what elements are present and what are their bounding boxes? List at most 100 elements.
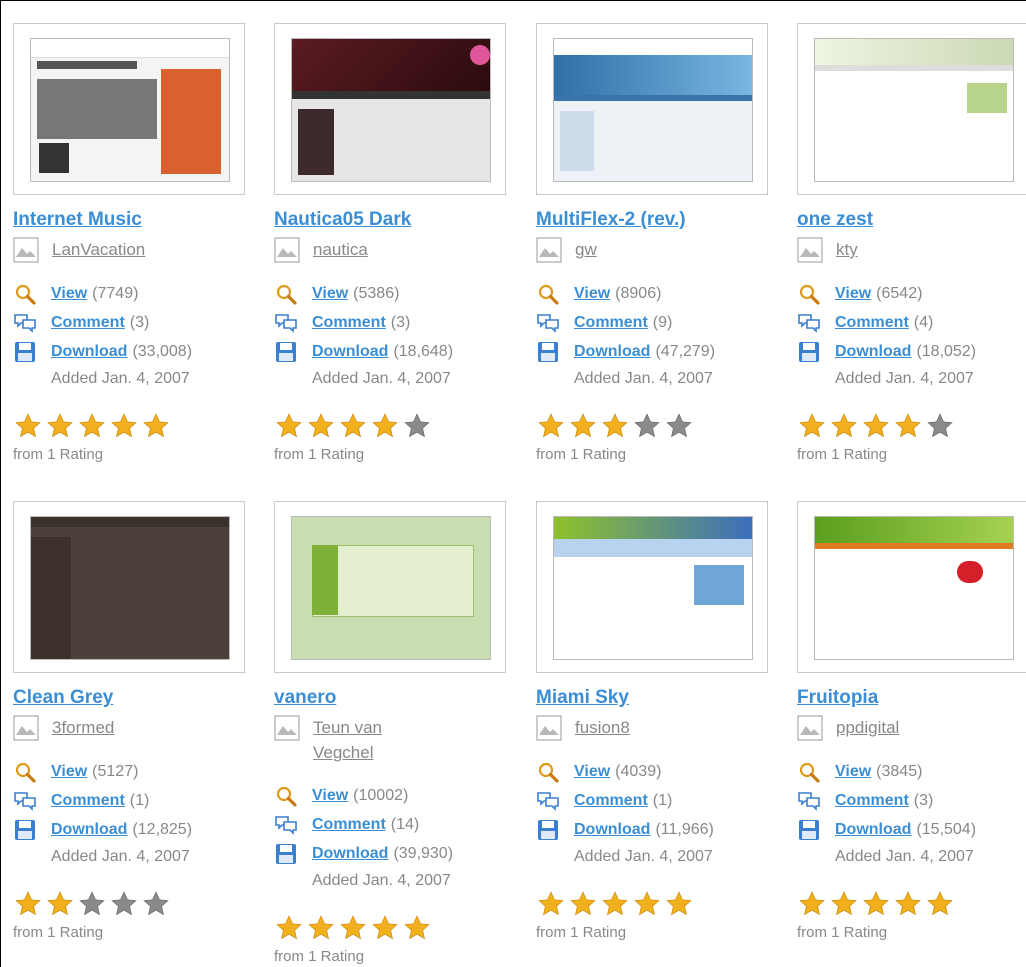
star-icon-filled[interactable] [536, 412, 566, 440]
download-link[interactable]: Download [51, 821, 127, 839]
star-icon-filled[interactable] [861, 890, 891, 918]
star-icon-filled[interactable] [306, 914, 336, 942]
comment-link[interactable]: Comment [51, 314, 125, 332]
star-icon-filled[interactable] [13, 890, 43, 918]
star-icon-filled[interactable] [370, 412, 400, 440]
comment-link[interactable]: Comment [835, 314, 909, 332]
star-icon-filled[interactable] [370, 914, 400, 942]
star-icon-filled[interactable] [797, 412, 827, 440]
star-icon-filled[interactable] [13, 412, 43, 440]
view-link[interactable]: View [835, 763, 871, 781]
star-icon-filled[interactable] [568, 412, 598, 440]
view-link[interactable]: View [835, 285, 871, 303]
template-title-link[interactable]: Nautica05 Dark [274, 209, 526, 231]
download-link[interactable]: Download [312, 845, 388, 863]
author-avatar-icon[interactable] [274, 237, 300, 263]
download-link[interactable]: Download [312, 343, 388, 361]
star-rating[interactable] [536, 412, 788, 440]
star-icon-filled[interactable] [797, 890, 827, 918]
comment-link[interactable]: Comment [312, 314, 386, 332]
author-link[interactable]: LanVacation [52, 237, 152, 262]
star-icon-filled[interactable] [893, 412, 923, 440]
download-link[interactable]: Download [574, 821, 650, 839]
author-avatar-icon[interactable] [797, 715, 823, 741]
template-thumbnail[interactable] [536, 501, 768, 673]
author-link[interactable]: kty [836, 237, 936, 262]
download-link[interactable]: Download [835, 821, 911, 839]
star-icon-empty[interactable] [141, 890, 171, 918]
star-icon-empty[interactable] [632, 412, 662, 440]
template-thumbnail[interactable] [13, 501, 245, 673]
star-icon-filled[interactable] [274, 412, 304, 440]
star-rating[interactable] [797, 890, 1026, 918]
template-title-link[interactable]: MultiFlex-2 (rev.) [536, 209, 788, 231]
comment-link[interactable]: Comment [51, 792, 125, 810]
star-icon-filled[interactable] [600, 890, 630, 918]
star-icon-filled[interactable] [338, 412, 368, 440]
star-rating[interactable] [797, 412, 1026, 440]
author-link[interactable]: nautica [313, 237, 413, 262]
author-avatar-icon[interactable] [274, 715, 300, 741]
star-icon-filled[interactable] [274, 914, 304, 942]
star-icon-filled[interactable] [141, 412, 171, 440]
star-icon-filled[interactable] [861, 412, 891, 440]
author-avatar-icon[interactable] [13, 237, 39, 263]
template-thumbnail[interactable] [536, 23, 768, 195]
author-avatar-icon[interactable] [797, 237, 823, 263]
download-link[interactable]: Download [574, 343, 650, 361]
star-icon-filled[interactable] [632, 890, 662, 918]
star-icon-filled[interactable] [536, 890, 566, 918]
author-link[interactable]: Teun van Vegchel [313, 715, 413, 765]
template-title-link[interactable]: Miami Sky [536, 687, 788, 709]
star-icon-filled[interactable] [109, 412, 139, 440]
star-rating[interactable] [536, 890, 788, 918]
view-link[interactable]: View [312, 285, 348, 303]
author-avatar-icon[interactable] [536, 237, 562, 263]
template-title-link[interactable]: Clean Grey [13, 687, 265, 709]
view-link[interactable]: View [51, 763, 87, 781]
author-link[interactable]: fusion8 [575, 715, 675, 740]
star-icon-filled[interactable] [925, 890, 955, 918]
star-icon-filled[interactable] [568, 890, 598, 918]
template-thumbnail[interactable] [797, 23, 1026, 195]
download-link[interactable]: Download [835, 343, 911, 361]
comment-link[interactable]: Comment [574, 314, 648, 332]
template-title-link[interactable]: Internet Music [13, 209, 265, 231]
star-rating[interactable] [274, 914, 526, 942]
star-icon-filled[interactable] [338, 914, 368, 942]
star-icon-filled[interactable] [77, 412, 107, 440]
author-link[interactable]: gw [575, 237, 675, 262]
view-link[interactable]: View [574, 763, 610, 781]
template-thumbnail[interactable] [13, 23, 245, 195]
author-link[interactable]: 3formed [52, 715, 152, 740]
template-title-link[interactable]: one zest [797, 209, 1026, 231]
star-rating[interactable] [13, 412, 265, 440]
star-icon-filled[interactable] [45, 890, 75, 918]
comment-link[interactable]: Comment [835, 792, 909, 810]
star-icon-filled[interactable] [664, 890, 694, 918]
star-icon-filled[interactable] [893, 890, 923, 918]
star-icon-empty[interactable] [925, 412, 955, 440]
star-rating[interactable] [13, 890, 265, 918]
comment-link[interactable]: Comment [312, 816, 386, 834]
author-link[interactable]: ppdigital [836, 715, 936, 740]
star-rating[interactable] [274, 412, 526, 440]
download-link[interactable]: Download [51, 343, 127, 361]
star-icon-empty[interactable] [402, 412, 432, 440]
view-link[interactable]: View [51, 285, 87, 303]
star-icon-filled[interactable] [402, 914, 432, 942]
template-title-link[interactable]: vanero [274, 687, 526, 709]
star-icon-filled[interactable] [829, 890, 859, 918]
template-thumbnail[interactable] [797, 501, 1026, 673]
star-icon-empty[interactable] [109, 890, 139, 918]
star-icon-filled[interactable] [45, 412, 75, 440]
star-icon-empty[interactable] [664, 412, 694, 440]
star-icon-filled[interactable] [600, 412, 630, 440]
view-link[interactable]: View [312, 787, 348, 805]
template-thumbnail[interactable] [274, 23, 506, 195]
star-icon-empty[interactable] [77, 890, 107, 918]
author-avatar-icon[interactable] [13, 715, 39, 741]
template-thumbnail[interactable] [274, 501, 506, 673]
star-icon-filled[interactable] [829, 412, 859, 440]
template-title-link[interactable]: Fruitopia [797, 687, 1026, 709]
